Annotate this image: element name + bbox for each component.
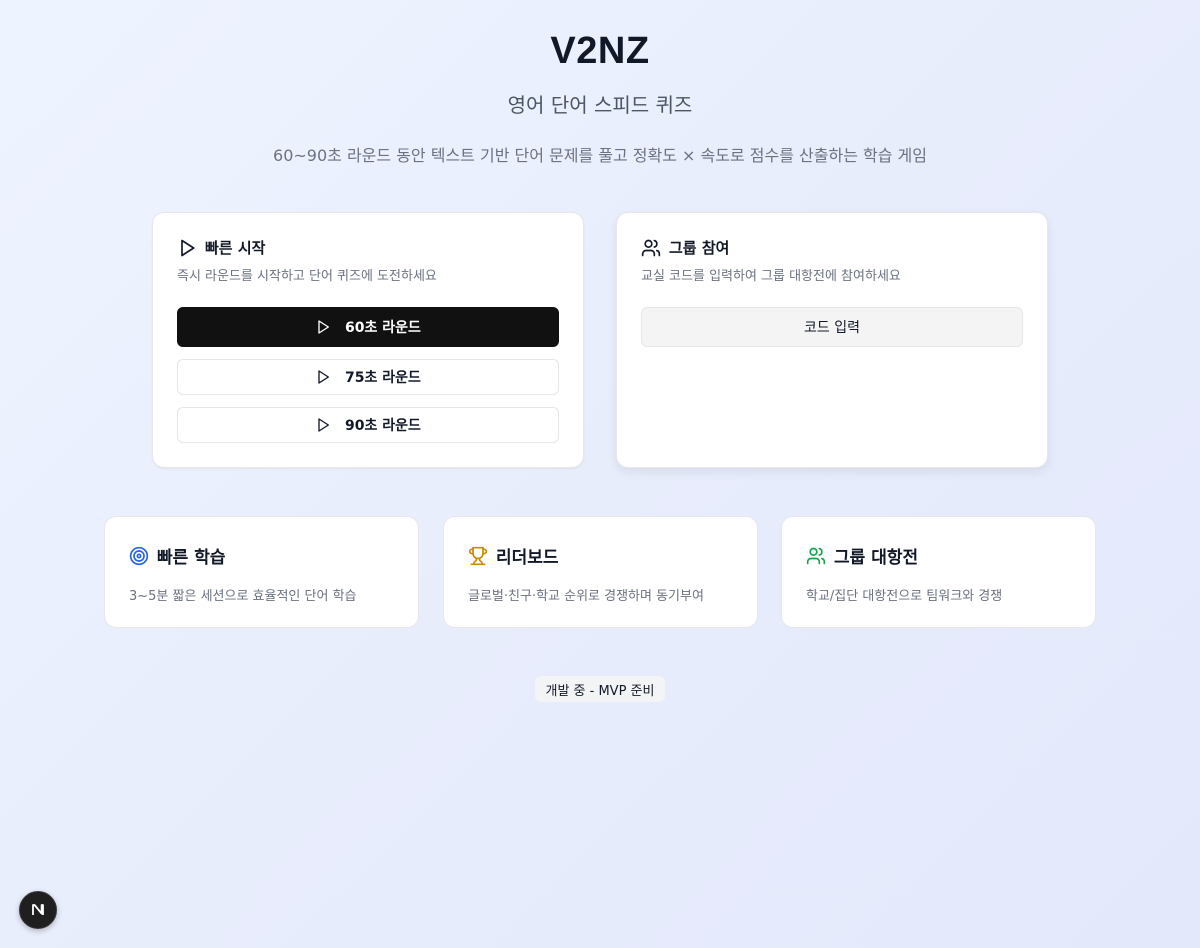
round-75-button[interactable]: 75초 라운드	[177, 359, 559, 395]
play-icon	[315, 369, 331, 385]
feature-card-fast-learning: 빠른 학습 3~5분 짧은 세션으로 효율적인 단어 학습	[104, 516, 419, 628]
feature-header: 빠른 학습	[129, 543, 225, 568]
users-icon	[806, 546, 826, 566]
round-60-button[interactable]: 60초 라운드	[177, 307, 559, 347]
feature-header: 그룹 대항전	[806, 543, 918, 568]
quick-start-header: 빠른 시작	[177, 237, 265, 258]
enter-code-button[interactable]: 코드 입력	[641, 307, 1023, 347]
app-subtitle: 영어 단어 스피드 퀴즈	[507, 93, 693, 117]
play-icon	[177, 238, 197, 258]
quick-start-title: 빠른 시작	[205, 239, 266, 257]
group-join-description: 교실 코드를 입력하여 그룹 대항전에 참여하세요	[641, 269, 901, 284]
status-badge: 개발 중 - MVP 준비	[535, 676, 665, 702]
feature-card-leaderboard: 리더보드 글로벌·친구·학교 순위로 경쟁하며 동기부여	[443, 516, 758, 628]
quick-start-description: 즉시 라운드를 시작하고 단어 퀴즈에 도전하세요	[177, 269, 437, 284]
feature-description: 학교/집단 대항전으로 팀워크와 경쟁	[806, 589, 1003, 604]
group-join-title: 그룹 참여	[669, 239, 730, 257]
feature-title: 그룹 대항전	[834, 548, 919, 568]
round-90-button[interactable]: 90초 라운드	[177, 407, 559, 443]
feature-header: 리더보드	[468, 543, 559, 568]
feature-title: 빠른 학습	[157, 548, 226, 568]
group-join-card: 그룹 참여 교실 코드를 입력하여 그룹 대항전에 참여하세요 코드 입력	[616, 212, 1048, 468]
app-description: 60~90초 라운드 동안 텍스트 기반 단어 문제를 풀고 정확도 × 속도로…	[273, 146, 927, 165]
feature-description: 글로벌·친구·학교 순위로 경쟁하며 동기부여	[468, 589, 704, 604]
play-icon	[315, 417, 331, 433]
next-logo-icon	[32, 904, 44, 915]
feature-description: 3~5분 짧은 세션으로 효율적인 단어 학습	[129, 589, 357, 604]
play-icon	[315, 319, 331, 335]
enter-code-label: 코드 입력	[804, 320, 860, 336]
round-75-label: 75초 라운드	[345, 370, 421, 386]
group-join-header: 그룹 참여	[641, 237, 729, 258]
round-60-label: 60초 라운드	[345, 320, 421, 336]
target-icon	[129, 546, 149, 566]
feature-card-group-battle: 그룹 대항전 학교/집단 대항전으로 팀워크와 경쟁	[781, 516, 1096, 628]
round-90-label: 90초 라운드	[345, 418, 421, 434]
trophy-icon	[468, 546, 488, 566]
quick-start-card: 빠른 시작 즉시 라운드를 시작하고 단어 퀴즈에 도전하세요 60초 라운드 …	[152, 212, 584, 468]
dev-indicator-button[interactable]: N	[19, 891, 57, 929]
users-icon	[641, 238, 661, 258]
feature-title: 리더보드	[496, 548, 559, 568]
app-title: V2NZ	[550, 30, 650, 72]
